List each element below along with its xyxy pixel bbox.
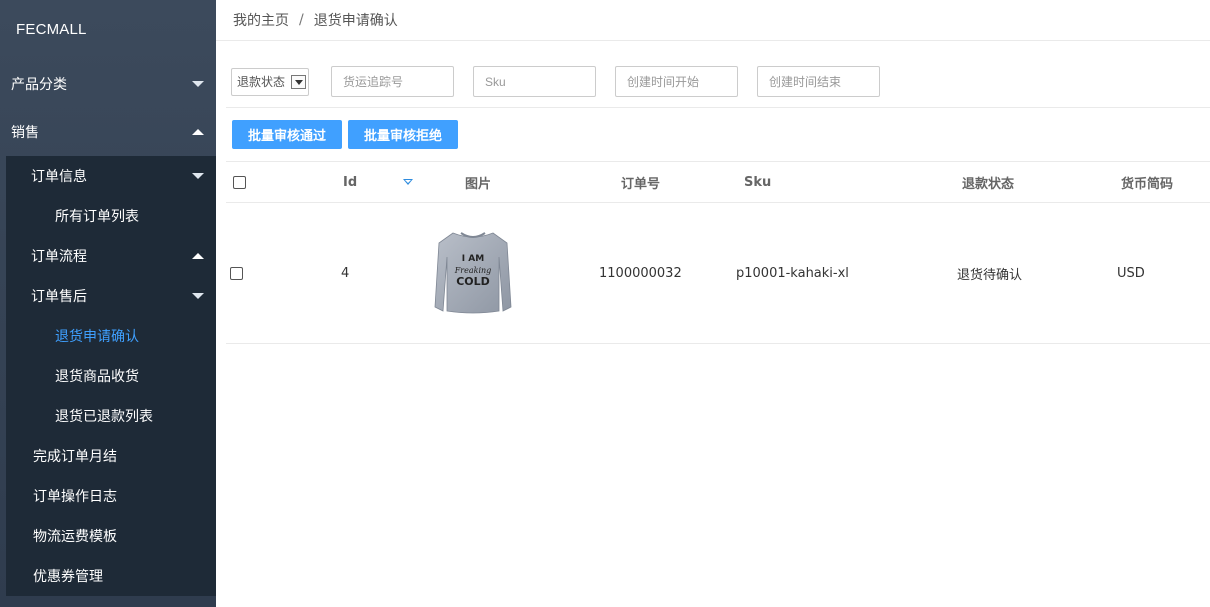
header-currency[interactable]: 货币简码 <box>1121 162 1173 202</box>
refund-status-select[interactable]: 退款状态 <box>231 67 309 96</box>
menu-coupons[interactable]: 优惠券管理 <box>6 556 216 596</box>
table-row: 4 I AM Freaking COLD 1100000032 p10001-k… <box>226 203 1210 344</box>
menu-return-confirm[interactable]: 退货申请确认 <box>6 316 216 356</box>
menu-order-info-label: 订单信息 <box>31 169 87 185</box>
logo[interactable]: FECMALL <box>0 0 216 60</box>
created-start-input[interactable] <box>615 66 738 97</box>
sort-cell <box>403 162 413 202</box>
created-end-input[interactable] <box>757 66 880 97</box>
sidebar: FECMALL 产品分类 销售 订单信息 所有订单列表 订单流程 订单售后 退货… <box>0 0 216 607</box>
row-sku: p10001-kahaki-xl <box>736 265 849 281</box>
row-currency: USD <box>1117 265 1145 281</box>
select-all-cell <box>233 162 246 202</box>
header-refund-status[interactable]: 退款状态 <box>962 162 1014 202</box>
action-bar: 批量审核通过 批量审核拒绝 <box>232 120 459 149</box>
menu-order-flow-label: 订单流程 <box>31 249 87 265</box>
caret-up-icon <box>192 129 204 135</box>
caret-down-icon <box>192 81 204 87</box>
menu-order-flow[interactable]: 订单流程 <box>6 236 216 276</box>
svg-text:I AM: I AM <box>462 254 484 264</box>
row-refund-status: 退货待确认 <box>957 267 1023 283</box>
dropdown-arrow-icon <box>291 74 307 89</box>
sales-submenu: 订单信息 所有订单列表 订单流程 订单售后 退货申请确认 退货商品收货 退货已退… <box>6 156 216 596</box>
row-order-no: 1100000032 <box>599 265 682 281</box>
row-image-cell: I AM Freaking COLD <box>433 203 513 343</box>
app-root: FECMALL 产品分类 销售 订单信息 所有订单列表 订单流程 订单售后 退货… <box>0 0 1210 607</box>
header-id[interactable]: Id <box>343 162 357 202</box>
menu-product-category[interactable]: 产品分类 <box>0 60 216 108</box>
svg-text:Freaking: Freaking <box>454 266 492 275</box>
batch-approve-button[interactable]: 批量审核通过 <box>232 120 343 149</box>
filter-divider <box>226 107 1210 108</box>
sku-input[interactable] <box>473 66 596 97</box>
menu-after-sales-label: 订单售后 <box>31 289 87 305</box>
select-all-checkbox[interactable] <box>233 175 246 189</box>
breadcrumb-separator: / <box>299 12 304 28</box>
menu-product-category-label: 产品分类 <box>11 77 67 93</box>
table-header: Id 图片 订单号 Sku 退款状态 货币简码 <box>226 162 1210 203</box>
tracking-number-input[interactable] <box>331 66 454 97</box>
caret-up-icon <box>192 253 204 259</box>
menu-order-info[interactable]: 订单信息 <box>6 156 216 196</box>
menu-return-receive[interactable]: 退货商品收货 <box>6 356 216 396</box>
breadcrumb-home[interactable]: 我的主页 <box>233 10 289 30</box>
filter-bar: 退款状态 <box>231 66 880 97</box>
main-content: 我的主页 / 退货申请确认 退款状态 批量审核通过 批量审核拒绝 I <box>216 0 1210 607</box>
caret-down-icon <box>192 173 204 179</box>
product-image[interactable]: I AM Freaking COLD <box>433 227 513 319</box>
menu-return-refunded[interactable]: 退货已退款列表 <box>6 396 216 436</box>
caret-down-icon <box>192 293 204 299</box>
menu-order-log[interactable]: 订单操作日志 <box>6 476 216 516</box>
returns-table: Id 图片 订单号 Sku 退款状态 货币简码 4 I AM Freaking … <box>226 161 1210 344</box>
menu-all-orders[interactable]: 所有订单列表 <box>6 196 216 236</box>
row-checkbox[interactable] <box>230 266 243 280</box>
batch-reject-button[interactable]: 批量审核拒绝 <box>348 120 459 149</box>
svg-text:COLD: COLD <box>456 275 490 288</box>
row-select-cell <box>230 203 243 343</box>
menu-after-sales[interactable]: 订单售后 <box>6 276 216 316</box>
header-order-no[interactable]: 订单号 <box>621 162 660 202</box>
menu-sales-label: 销售 <box>11 125 39 141</box>
menu-monthly-close[interactable]: 完成订单月结 <box>6 436 216 476</box>
header-image: 图片 <box>465 176 492 192</box>
menu-shipping-template[interactable]: 物流运费模板 <box>6 516 216 556</box>
sort-desc-icon[interactable] <box>403 179 413 185</box>
menu-sales[interactable]: 销售 <box>0 108 216 156</box>
breadcrumb-current: 退货申请确认 <box>313 13 398 29</box>
refund-status-select-value: 退款状态 <box>237 75 286 89</box>
breadcrumb: 我的主页 / 退货申请确认 <box>216 0 1210 41</box>
row-id: 4 <box>341 265 350 281</box>
header-sku[interactable]: Sku <box>744 162 771 202</box>
